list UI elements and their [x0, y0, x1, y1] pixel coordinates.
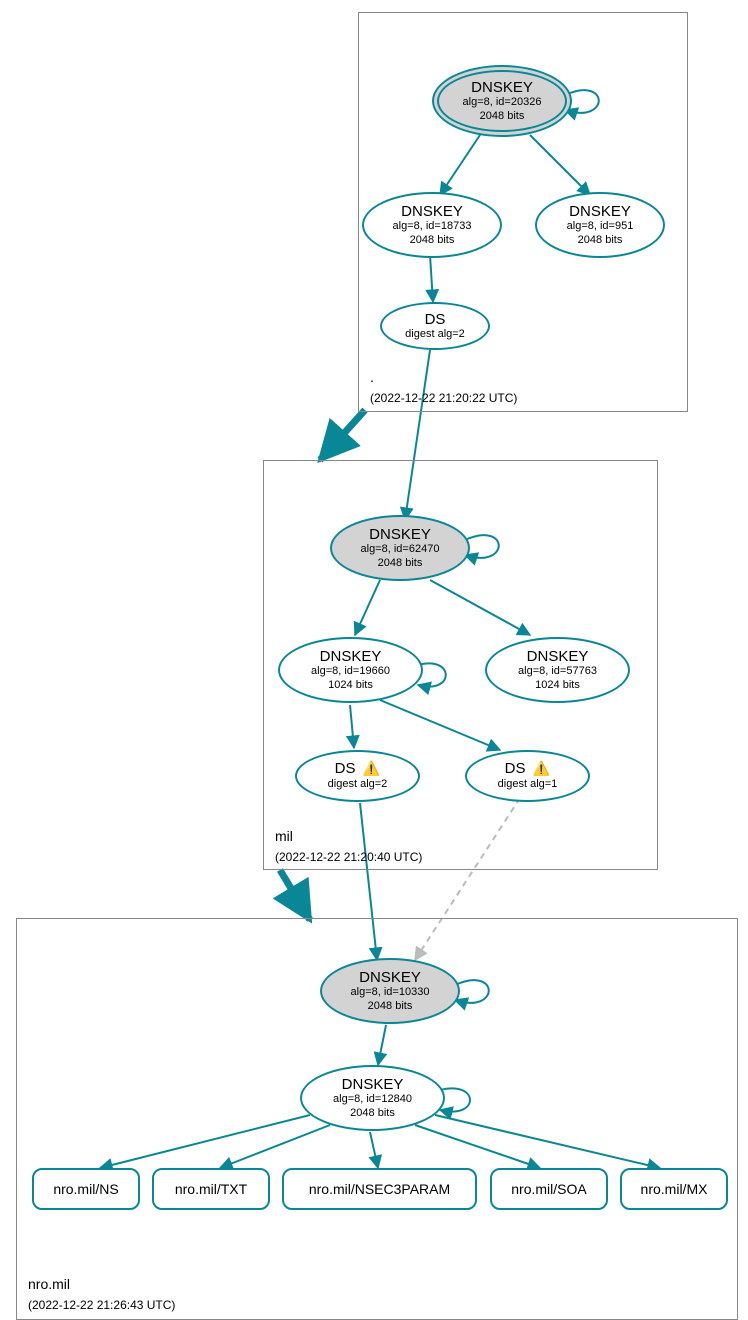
node-rr-txt: nro.mil/TXT [152, 1168, 270, 1210]
node-root-ksk-sub2: 2048 bits [480, 110, 525, 123]
node-mil-ksk-title: DNSKEY [369, 526, 431, 543]
zone-nro-date: (2022-12-22 21:26:43 UTC) [28, 1298, 175, 1312]
zone-mil-date: (2022-12-22 21:20:40 UTC) [275, 850, 422, 864]
node-rr-ns-label: nro.mil/NS [53, 1181, 118, 1197]
node-mil-ksk-sub2: 2048 bits [378, 557, 423, 570]
node-rr-soa-label: nro.mil/SOA [511, 1181, 586, 1197]
node-root-ds: DS digest alg=2 [380, 302, 490, 350]
node-nro-zsk-title: DNSKEY [342, 1076, 404, 1093]
node-rr-nsec3-label: nro.mil/NSEC3PARAM [309, 1181, 450, 1197]
node-rr-nsec3: nro.mil/NSEC3PARAM [282, 1168, 477, 1210]
node-nro-ksk-sub2: 2048 bits [368, 1000, 413, 1013]
node-root-zsk1-title: DNSKEY [401, 203, 463, 220]
node-mil-ksk: DNSKEY alg=8, id=62470 2048 bits [330, 515, 470, 581]
node-mil-ds2-title: DS [505, 760, 526, 777]
zone-nro-label: nro.mil (2022-12-22 21:26:43 UTC) [28, 1275, 175, 1314]
node-nro-zsk: DNSKEY alg=8, id=12840 2048 bits [300, 1065, 445, 1131]
node-mil-ds1-title: DS [335, 760, 356, 777]
node-rr-ns: nro.mil/NS [32, 1168, 140, 1210]
node-mil-zsk2-sub2: 1024 bits [535, 679, 580, 692]
node-root-ds-sub: digest alg=2 [405, 328, 465, 341]
node-root-zsk2-title: DNSKEY [569, 203, 631, 220]
node-rr-txt-label: nro.mil/TXT [175, 1181, 247, 1197]
node-mil-zsk1: DNSKEY alg=8, id=19660 1024 bits [278, 637, 423, 703]
node-root-zsk1: DNSKEY alg=8, id=18733 2048 bits [362, 192, 502, 258]
node-mil-zsk1-sub2: 1024 bits [328, 679, 373, 692]
node-mil-ds1-sub: digest alg=2 [328, 778, 388, 791]
node-nro-ksk: DNSKEY alg=8, id=10330 2048 bits [320, 958, 460, 1024]
node-root-zsk1-sub2: 2048 bits [410, 234, 455, 247]
node-rr-mx: nro.mil/MX [620, 1168, 728, 1210]
node-mil-ds2-sub: digest alg=1 [498, 778, 558, 791]
node-mil-ksk-sub1: alg=8, id=62470 [361, 543, 440, 556]
node-nro-ksk-title: DNSKEY [359, 969, 421, 986]
node-root-ksk-sub1: alg=8, id=20326 [463, 96, 542, 109]
zone-root-label: . (2022-12-22 21:20:22 UTC) [370, 368, 517, 407]
node-root-ksk: DNSKEY alg=8, id=20326 2048 bits [432, 65, 572, 137]
node-nro-zsk-sub1: alg=8, id=12840 [333, 1093, 412, 1106]
node-nro-ksk-sub1: alg=8, id=10330 [351, 986, 430, 999]
node-mil-zsk2-sub1: alg=8, id=57763 [518, 665, 597, 678]
zone-mil-name: mil [275, 828, 293, 844]
node-rr-soa: nro.mil/SOA [490, 1168, 608, 1210]
node-root-ds-title: DS [425, 311, 446, 328]
zone-root-name: . [370, 369, 374, 385]
node-root-zsk2-sub1: alg=8, id=951 [567, 220, 634, 233]
node-root-zsk2-sub2: 2048 bits [578, 234, 623, 247]
node-mil-zsk2: DNSKEY alg=8, id=57763 1024 bits [485, 637, 630, 703]
node-root-zsk1-sub1: alg=8, id=18733 [393, 220, 472, 233]
warning-icon: ⚠️ [363, 760, 380, 776]
node-mil-zsk1-sub1: alg=8, id=19660 [311, 665, 390, 678]
node-mil-zsk2-title: DNSKEY [527, 648, 589, 665]
node-root-ksk-title: DNSKEY [471, 79, 533, 96]
node-mil-ds1: DS ⚠️ digest alg=2 [295, 750, 420, 802]
zone-root-date: (2022-12-22 21:20:22 UTC) [370, 391, 517, 405]
node-rr-mx-label: nro.mil/MX [641, 1181, 708, 1197]
node-mil-ds2: DS ⚠️ digest alg=1 [465, 750, 590, 802]
node-mil-zsk1-title: DNSKEY [320, 648, 382, 665]
node-root-zsk2: DNSKEY alg=8, id=951 2048 bits [535, 192, 665, 258]
zone-nro-name: nro.mil [28, 1276, 70, 1292]
node-nro-zsk-sub2: 2048 bits [350, 1107, 395, 1120]
zone-mil-label: mil (2022-12-22 21:20:40 UTC) [275, 827, 422, 866]
warning-icon: ⚠️ [533, 760, 550, 776]
